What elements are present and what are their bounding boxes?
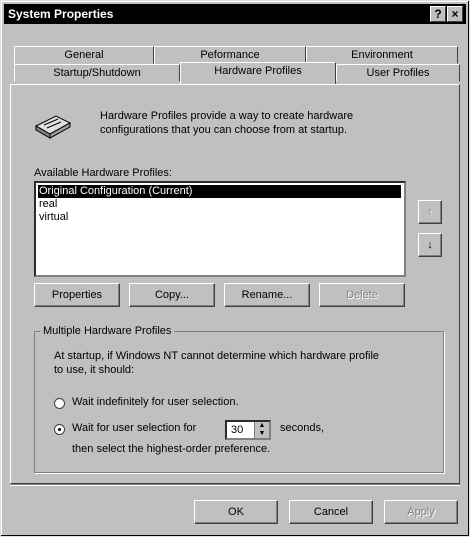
seconds-label: seconds, xyxy=(280,422,325,434)
properties-button[interactable]: Properties xyxy=(34,283,120,307)
list-item[interactable]: real xyxy=(39,198,57,211)
cancel-button[interactable]: Cancel xyxy=(289,500,373,524)
ok-button[interactable]: OK xyxy=(194,500,278,524)
tab-hardware-profiles[interactable]: Hardware Profiles xyxy=(180,62,336,84)
list-item[interactable]: virtual xyxy=(39,211,68,224)
rename-button[interactable]: Rename... xyxy=(224,283,310,307)
copy-button[interactable]: Copy... xyxy=(129,283,215,307)
radio-wait-indefinitely[interactable] xyxy=(54,398,65,409)
apply-button[interactable]: Apply xyxy=(384,500,458,524)
help-button[interactable]: ? xyxy=(430,6,446,22)
seconds-spinner[interactable]: 30 ▲ ▼ xyxy=(225,420,271,440)
intro-text-line1: Hardware Profiles provide a way to creat… xyxy=(100,110,354,122)
intro-text-line2: configurations that you can choose from … xyxy=(100,124,348,136)
move-up-button[interactable]: ↑ xyxy=(418,200,442,224)
radio-wait-indefinitely-label: Wait indefinitely for user selection. xyxy=(72,396,239,408)
delete-button[interactable]: Delete xyxy=(319,283,405,307)
tab-startup-shutdown[interactable]: Startup/Shutdown xyxy=(14,64,180,82)
profiles-list[interactable]: Original Configuration (Current) real vi… xyxy=(34,181,406,277)
window-title: System Properties xyxy=(8,7,114,21)
seconds-value[interactable]: 30 xyxy=(231,424,243,436)
tab-general[interactable]: General xyxy=(14,46,154,64)
radio-wait-for-label: Wait for user selection for xyxy=(72,422,197,434)
spin-down-icon[interactable]: ▼ xyxy=(254,430,269,438)
group-title: Multiple Hardware Profiles xyxy=(40,325,175,337)
group-desc-line2: to use, it should: xyxy=(54,364,135,376)
hardware-profile-icon xyxy=(34,115,72,139)
title-bar: System Properties ? × xyxy=(4,4,466,24)
spin-up-icon[interactable]: ▲ xyxy=(254,422,269,430)
list-item-selected[interactable]: Original Configuration (Current) xyxy=(38,185,401,198)
profiles-label: Available Hardware Profiles: xyxy=(34,167,172,179)
group-desc-line1: At startup, if Windows NT cannot determi… xyxy=(54,350,380,362)
move-down-button[interactable]: ↓ xyxy=(418,233,442,257)
footer-separator xyxy=(10,484,460,486)
close-button[interactable]: × xyxy=(447,6,463,22)
tab-user-profiles[interactable]: User Profiles xyxy=(336,64,460,82)
then-text: then select the highest-order preference… xyxy=(72,443,271,455)
radio-selected-dot xyxy=(58,428,61,431)
radio-wait-for[interactable] xyxy=(54,424,65,435)
